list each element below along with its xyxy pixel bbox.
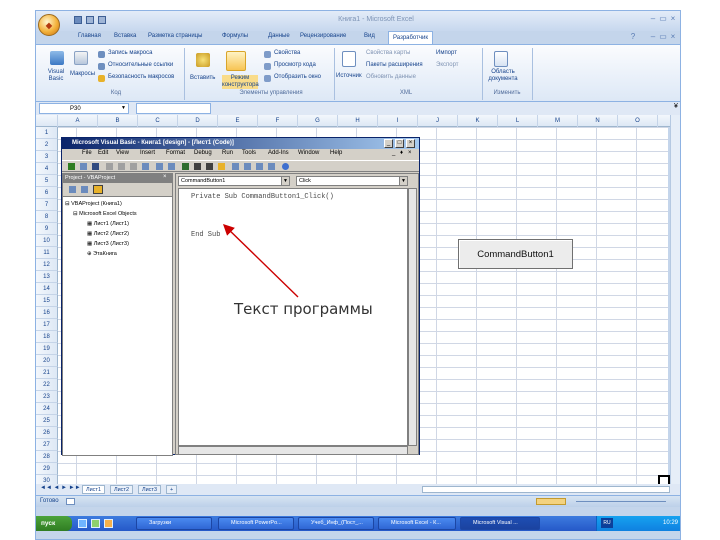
office-button[interactable]: ◆ (38, 14, 60, 36)
annotation-label: Текст программы (234, 300, 373, 318)
excel-window: Книга1 - Microsoft Excel – ▭ × ◆ Главная… (35, 10, 681, 540)
annotation-arrow (222, 224, 299, 298)
